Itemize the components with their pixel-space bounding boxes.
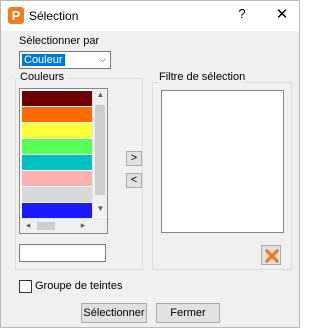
scroll-up-icon[interactable]: ▲	[93, 90, 108, 99]
selection-dialog: P Sélection ? ✕ Sélectionner par Couleur…	[0, 0, 300, 328]
vertical-scroll-thumb[interactable]	[95, 105, 105, 195]
select-button[interactable]: Sélectionner	[81, 303, 147, 323]
chevron-down-icon: ⌵	[99, 54, 106, 64]
vertical-scrollbar[interactable]: ▲ ▼	[92, 89, 107, 217]
close-button[interactable]: Fermer	[156, 303, 220, 323]
help-button[interactable]: ?	[235, 6, 249, 21]
scroll-right-icon[interactable]: ▸	[76, 220, 90, 231]
delete-x-icon	[265, 249, 279, 263]
select-by-value: Couleur	[21, 53, 66, 67]
scroll-down-icon[interactable]: ▼	[93, 204, 108, 213]
color-swatch[interactable]	[22, 139, 92, 154]
select-by-dropdown[interactable]: Couleur ⌵	[19, 51, 111, 69]
filter-group-title: Filtre de sélection	[158, 71, 247, 83]
color-swatch[interactable]	[22, 203, 92, 218]
swatch-container	[22, 91, 92, 219]
color-swatch[interactable]	[22, 107, 92, 122]
tint-group-checkbox[interactable]	[19, 280, 32, 293]
title-bar: P Sélection ? ✕	[1, 1, 299, 31]
delete-filter-button[interactable]	[261, 245, 281, 265]
horizontal-scrollbar[interactable]: ◂ ▸	[20, 218, 107, 233]
color-value-input[interactable]	[19, 244, 106, 262]
color-swatch[interactable]	[22, 155, 92, 170]
color-list[interactable]: ▲ ▼ ◂ ▸	[19, 88, 108, 234]
remove-from-filter-button[interactable]: <	[126, 173, 142, 188]
color-swatch[interactable]	[22, 171, 92, 186]
app-icon: P	[8, 7, 24, 24]
color-swatch[interactable]	[22, 123, 92, 138]
tint-group-label: Groupe de teintes	[35, 280, 123, 292]
add-to-filter-button[interactable]: >	[126, 151, 142, 166]
filter-list[interactable]	[161, 90, 284, 233]
window-title: Sélection	[29, 9, 79, 23]
select-by-label: Sélectionner par	[19, 35, 100, 47]
scroll-left-icon[interactable]: ◂	[21, 220, 35, 231]
color-swatch[interactable]	[22, 91, 92, 106]
color-swatch[interactable]	[22, 187, 92, 202]
close-window-button[interactable]: ✕	[274, 5, 290, 23]
colors-group-title: Couleurs	[19, 71, 66, 83]
horizontal-scroll-thumb[interactable]	[37, 222, 55, 230]
